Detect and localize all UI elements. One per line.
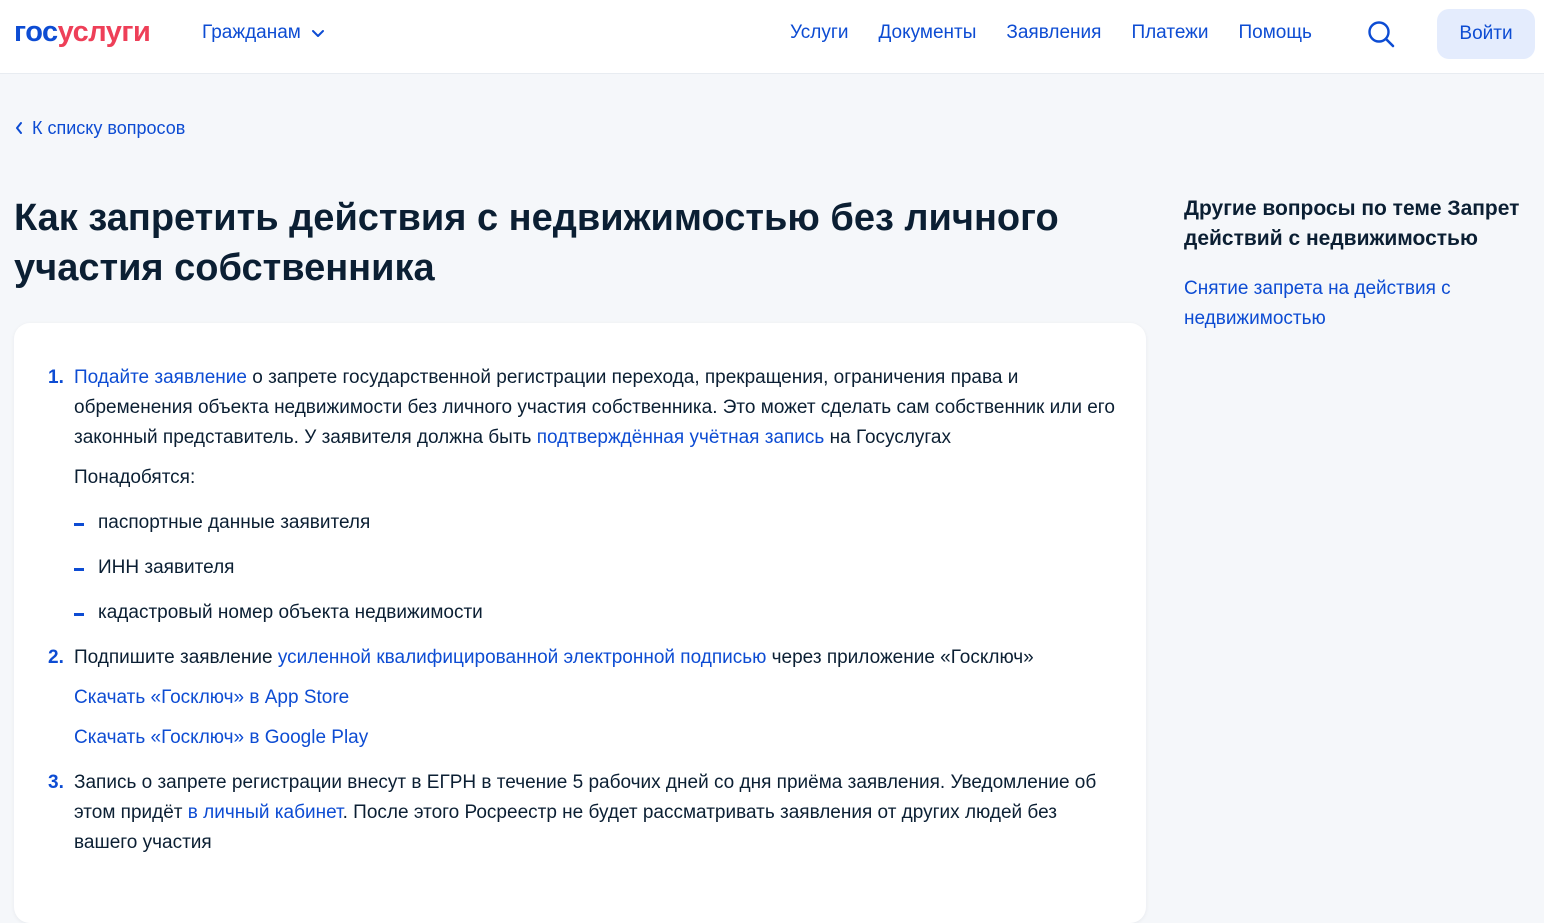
page-title: Как запретить действия с недвижимостью б… — [14, 197, 1059, 289]
personal-account-link[interactable]: в личный кабинет — [188, 802, 343, 823]
logo-part-uslugi: услуги — [57, 16, 151, 48]
step-text-part: через приложение «Госключ» — [766, 647, 1034, 668]
appstore-download-link[interactable]: Скачать «Госключ» в App Store — [74, 683, 349, 713]
citizens-dropdown[interactable]: Гражданам — [202, 21, 325, 45]
instructions-card: 1. Подайте заявление о запрете государст… — [14, 323, 1146, 923]
chevron-left-icon — [16, 122, 22, 134]
nav-services[interactable]: Услуги — [790, 21, 848, 45]
needed-label: Понадобятся: — [74, 467, 196, 488]
dash-marker — [74, 568, 84, 571]
logo-part-gos: гос — [14, 16, 58, 48]
verified-account-link[interactable]: подтверждённая учётная запись — [537, 427, 825, 448]
list-item-text: кадастровый номер объекта недвижимости — [98, 602, 483, 623]
step-text: Запись о запрете регистрации внесут в ЕГ… — [74, 768, 1124, 858]
top-navigation: Услуги Документы Заявления Платежи Помощ… — [790, 21, 1312, 45]
login-button[interactable]: Войти — [1437, 9, 1535, 59]
back-link-label: К списку вопросов — [32, 118, 186, 138]
chevron-down-icon — [311, 30, 324, 37]
related-question-link[interactable]: Снятие запрета на действия с недвижимост… — [1184, 274, 1514, 334]
search-icon[interactable] — [1366, 19, 1396, 49]
dash-marker — [74, 523, 84, 526]
qualified-signature-link[interactable]: усиленной квалифицированной электронной … — [278, 647, 767, 668]
site-header: госуслуги Гражданам Услуги Документы Зая… — [0, 0, 1544, 73]
nav-applications[interactable]: Заявления — [1006, 21, 1101, 45]
gosuslugi-logo[interactable]: госуслуги — [14, 14, 151, 50]
related-questions-title: Другие вопросы по теме Запрет действий с… — [1184, 197, 1520, 250]
googleplay-download-link[interactable]: Скачать «Госключ» в Google Play — [74, 723, 368, 753]
step-text: Подпишите заявление усиленной квалифицир… — [74, 643, 1124, 673]
nav-documents[interactable]: Документы — [878, 21, 976, 45]
step-text-part: Подпишите заявление — [74, 647, 278, 668]
citizens-label: Гражданам — [202, 22, 301, 43]
submit-application-link[interactable]: Подайте заявление — [74, 367, 247, 388]
step-text: Подайте заявление о запрете государствен… — [74, 363, 1124, 453]
nav-payments[interactable]: Платежи — [1131, 21, 1208, 45]
step-text-part: на Госуслугах — [824, 427, 951, 448]
list-item-text: паспортные данные заявителя — [98, 512, 371, 533]
list-item-text: ИНН заявителя — [98, 557, 235, 578]
dash-marker — [74, 613, 84, 616]
back-to-questions-link[interactable]: К списку вопросов — [14, 117, 185, 139]
nav-help[interactable]: Помощь — [1239, 21, 1312, 45]
